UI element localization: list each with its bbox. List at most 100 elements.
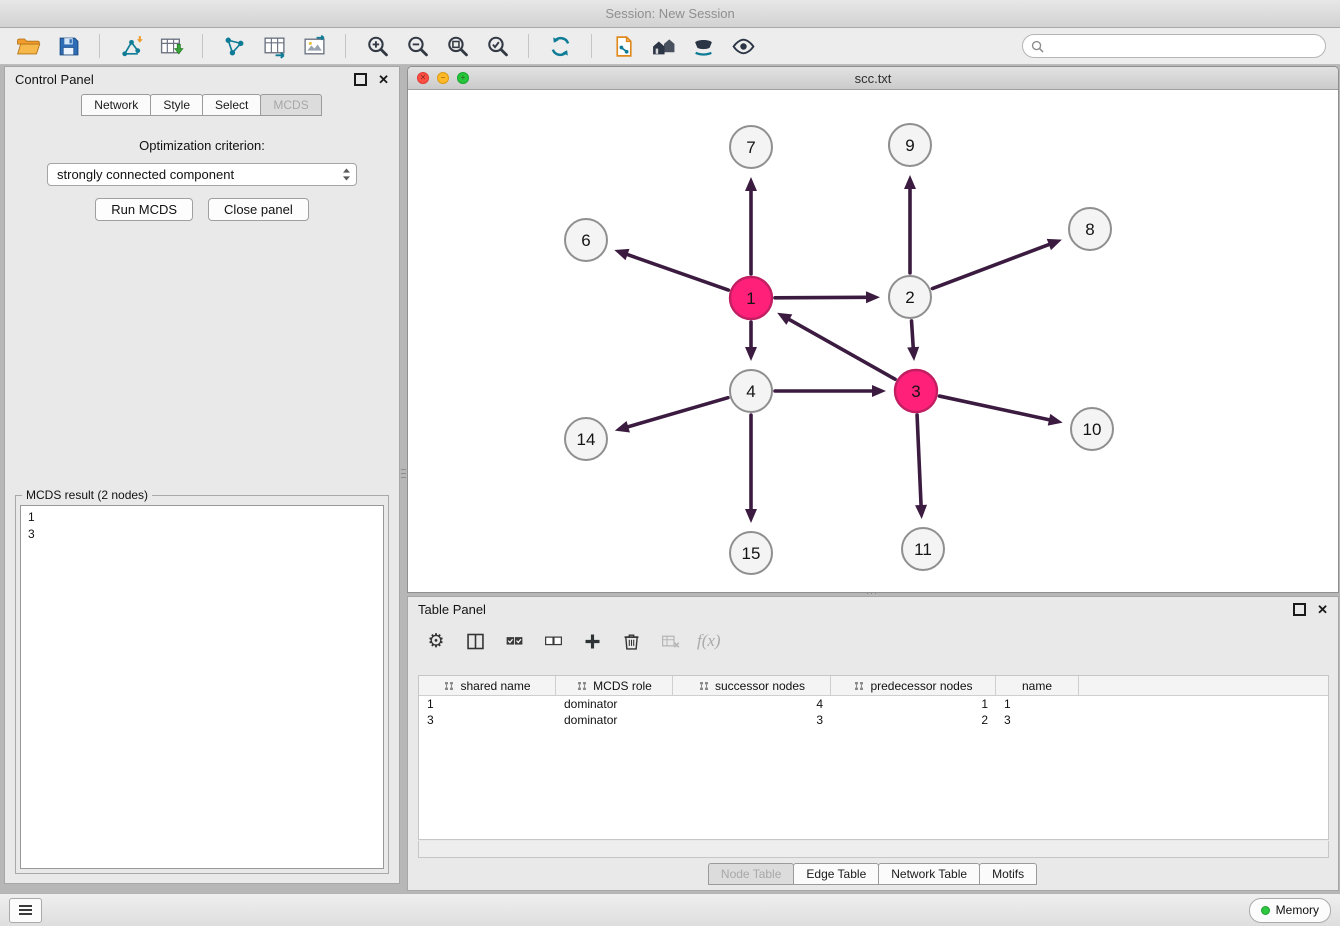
style-button[interactable] — [685, 31, 721, 61]
clipboard-icon — [611, 34, 636, 59]
import-network-button[interactable] — [113, 31, 149, 61]
table-row[interactable]: 1dominator411 — [419, 696, 1328, 712]
graph-edge-1-6[interactable] — [628, 255, 729, 290]
graph-node-7[interactable]: 7 — [730, 126, 772, 168]
table-cell[interactable]: 4 — [673, 697, 831, 711]
mcds-result-line: 3 — [28, 526, 376, 543]
graph-edge-3-11[interactable] — [917, 415, 921, 505]
tab-node-table[interactable]: Node Table — [708, 863, 795, 885]
graph-edge-3-10[interactable] — [939, 396, 1049, 420]
network-from-clipboard-button[interactable] — [605, 31, 641, 61]
network-canvas[interactable]: 7 9 6 8 1 2 4 3 14 10 15 11 — [408, 90, 1338, 592]
open-session-button[interactable] — [10, 31, 46, 61]
graph-edge-1-2[interactable] — [775, 297, 866, 298]
graph-edge-4-14[interactable] — [628, 398, 728, 427]
zoom-fit-button[interactable] — [439, 31, 475, 61]
toolbar-separator — [528, 34, 529, 58]
run-mcds-button[interactable]: Run MCDS — [95, 198, 193, 221]
mcds-result-list[interactable]: 13 — [20, 505, 384, 869]
node-table: shared name MCDS role successor nodes pr… — [418, 675, 1329, 840]
status-menu-button[interactable] — [9, 898, 42, 923]
graph-node-1[interactable]: 1 — [730, 277, 772, 319]
column-edit-icon — [853, 680, 865, 692]
table-body: 1dominator4113dominator323 — [419, 696, 1328, 728]
table-cell[interactable]: 1 — [996, 697, 1079, 711]
graph-node-8[interactable]: 8 — [1069, 208, 1111, 250]
zoom-in-button[interactable] — [359, 31, 395, 61]
select-all-columns-button[interactable] — [502, 629, 526, 653]
zoom-out-button[interactable] — [399, 31, 435, 61]
minimize-window-icon[interactable]: − — [437, 72, 449, 84]
tab-edge-table[interactable]: Edge Table — [793, 863, 879, 885]
column-header-shared-name[interactable]: shared name — [419, 676, 556, 695]
close-panel-button[interactable]: Close panel — [208, 198, 309, 221]
tab-network-table[interactable]: Network Table — [878, 863, 980, 885]
zoom-window-icon[interactable]: + — [457, 72, 469, 84]
table-horizontal-scrollbar[interactable] — [418, 841, 1329, 858]
graph-edge-2-3[interactable] — [912, 321, 914, 347]
tab-style[interactable]: Style — [150, 94, 203, 116]
optimization-criterion-select[interactable]: strongly connected component — [47, 163, 357, 186]
show-hide-button[interactable] — [725, 31, 761, 61]
graph-node-9[interactable]: 9 — [889, 124, 931, 166]
graph-node-11[interactable]: 11 — [902, 528, 944, 570]
graph-node-3[interactable]: 3 — [895, 370, 937, 412]
memory-button[interactable]: Memory — [1249, 898, 1331, 923]
close-table-panel-icon[interactable]: ✕ — [1317, 603, 1328, 616]
import-table-button[interactable] — [153, 31, 189, 61]
delete-column-button[interactable] — [619, 629, 643, 653]
search-box[interactable] — [1022, 34, 1326, 58]
table-cell[interactable]: 1 — [831, 697, 996, 711]
table-cell[interactable]: 3 — [419, 713, 556, 727]
refresh-button[interactable] — [542, 31, 578, 61]
table-panel-header: Table Panel ✕ — [408, 597, 1338, 622]
graph-node-6[interactable]: 6 — [565, 219, 607, 261]
graph-edge-3-1[interactable] — [789, 320, 895, 380]
column-header-mcds-role[interactable]: MCDS role — [556, 676, 673, 695]
table-cell[interactable]: dominator — [556, 713, 673, 727]
table-cell[interactable]: 3 — [996, 713, 1079, 727]
table-row[interactable]: 3dominator323 — [419, 712, 1328, 728]
column-header-successor-nodes[interactable]: successor nodes — [673, 676, 831, 695]
tab-network[interactable]: Network — [81, 94, 151, 116]
graph-node-4[interactable]: 4 — [730, 370, 772, 412]
table-cell[interactable]: dominator — [556, 697, 673, 711]
add-column-button[interactable] — [580, 629, 604, 653]
zoom-selected-button[interactable] — [479, 31, 515, 61]
table-settings-button[interactable]: ⚙ — [424, 629, 448, 653]
table-cell[interactable]: 2 — [831, 713, 996, 727]
tab-mcds[interactable]: MCDS — [260, 94, 321, 116]
network-window-titlebar[interactable]: ✕ − + scc.txt — [408, 67, 1338, 90]
function-builder-button[interactable]: f(x) — [697, 631, 721, 651]
new-network-button[interactable] — [216, 31, 252, 61]
tab-motifs[interactable]: Motifs — [979, 863, 1037, 885]
table-cell[interactable]: 1 — [419, 697, 556, 711]
deselect-all-columns-button[interactable] — [541, 629, 565, 653]
graph-node-14[interactable]: 14 — [565, 418, 607, 460]
delete-table-button[interactable] — [658, 629, 682, 653]
window-titlebar[interactable]: Session: New Session — [0, 0, 1340, 28]
column-header-predecessor-nodes[interactable]: predecessor nodes — [831, 676, 996, 695]
graph-node-label: 3 — [911, 382, 920, 401]
vertical-splitter-handle[interactable] — [400, 458, 407, 488]
export-image-button[interactable] — [296, 31, 332, 61]
table-cell[interactable]: 3 — [673, 713, 831, 727]
graph-node-10[interactable]: 10 — [1071, 408, 1113, 450]
save-icon — [56, 34, 81, 59]
split-columns-button[interactable] — [463, 629, 487, 653]
column-header-name[interactable]: name — [996, 676, 1079, 695]
tab-select[interactable]: Select — [202, 94, 261, 116]
float-table-panel-icon[interactable] — [1293, 603, 1306, 616]
graph-node-2[interactable]: 2 — [889, 276, 931, 318]
graph-node-15[interactable]: 15 — [730, 532, 772, 574]
close-window-icon[interactable]: ✕ — [417, 72, 429, 84]
network-graph[interactable]: 7 9 6 8 1 2 4 3 14 10 15 11 — [408, 90, 1338, 593]
graph-edge-2-8[interactable] — [932, 245, 1048, 289]
search-input[interactable] — [1049, 38, 1317, 54]
save-session-button[interactable] — [50, 31, 86, 61]
new-table-button[interactable] — [256, 31, 292, 61]
graph-edge-arrowhead — [745, 509, 757, 523]
close-panel-icon[interactable]: ✕ — [378, 73, 389, 86]
home-button[interactable] — [645, 31, 681, 61]
float-panel-icon[interactable] — [354, 73, 367, 86]
